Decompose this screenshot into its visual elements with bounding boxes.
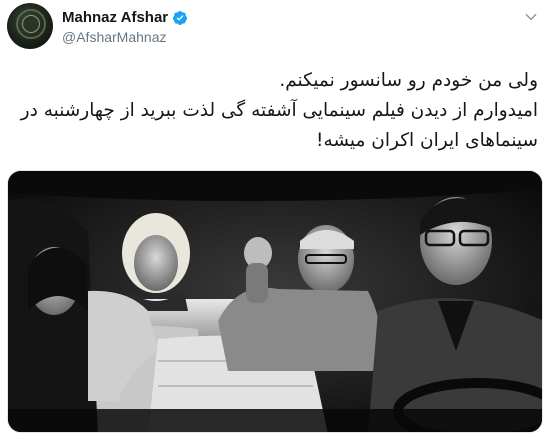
tweet-media-photo[interactable]	[7, 170, 543, 433]
user-handle[interactable]: @AfsharMahnaz	[62, 29, 166, 45]
tweet-card: Mahnaz Afshar @AfsharMahnaz ولی من خودم …	[0, 0, 550, 434]
movie-still-image	[8, 171, 542, 432]
tweet-line: سینماهای ایران اکران میشه!	[316, 130, 538, 151]
name-row: Mahnaz Afshar	[62, 9, 188, 26]
avatar-center	[22, 15, 40, 33]
chevron-down-icon[interactable]	[524, 10, 538, 24]
tweet-line: امیدوارم از دیدن فیلم سینمایی آشفته گی ل…	[20, 100, 538, 121]
tweet-line: ولی من خودم رو سانسور نمیکنم.	[279, 70, 538, 91]
avatar[interactable]	[7, 3, 53, 49]
verified-badge-icon	[173, 10, 188, 25]
display-name[interactable]: Mahnaz Afshar	[62, 9, 168, 26]
tweet-text: ولی من خودم رو سانسور نمیکنم. امیدوارم ا…	[12, 66, 538, 156]
